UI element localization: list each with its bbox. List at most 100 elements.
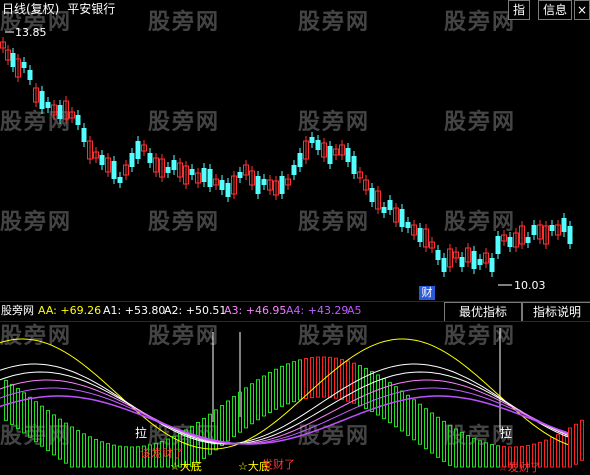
histogram-bar [232,396,236,438]
histogram-bar [16,388,20,430]
candle-body-down [147,153,153,163]
histogram-bar [40,405,44,447]
histogram-bar [292,361,296,403]
candle-body-down [201,168,207,182]
candle-body-down [561,218,567,232]
histogram-bar [52,414,56,456]
high-price-label: 13.85 [15,26,47,39]
indicator-name: 股旁网 [1,304,34,317]
signal-text-5: ☆发财了 [498,461,541,474]
histogram-bar [568,427,572,468]
finance-badge[interactable]: 财 [419,286,435,300]
candle-body-down [225,183,231,197]
histogram-bar [562,431,566,468]
histogram-bar [466,435,470,468]
candle-body-down [99,155,105,165]
histogram-bar [574,423,578,465]
candle-body-down [351,156,357,174]
candle-body-down [477,259,483,265]
histogram-bar [256,379,260,421]
histogram-bar [328,356,332,398]
histogram-bar [316,356,320,398]
histogram-bar [28,396,32,438]
candle-body-down [21,62,27,68]
candle-body-down [471,251,477,269]
histogram-bar [124,446,128,468]
histogram-bar [382,378,386,420]
indicator-a2: A2: +50.51 [164,304,227,317]
candle-body-down [111,161,117,179]
histogram-bar [430,412,434,454]
histogram-bar [100,441,104,468]
candle-body-down [10,53,16,67]
histogram-bar [280,365,284,407]
candle-body-down [171,160,177,170]
candle-body-down [531,225,537,235]
candle-body-down [387,200,393,210]
histogram-bar [130,446,134,468]
candle-body-down [189,169,195,175]
histogram-bar [460,431,464,468]
histogram-bar [436,416,440,458]
indicator-a5: A5 [347,304,362,317]
histogram-bar [220,404,224,446]
histogram-bar [418,403,422,445]
candle-body-down [135,141,141,159]
histogram-bar [34,401,38,443]
candle-body-down [369,188,375,202]
indicator-explain-button[interactable]: 指标说明 [522,302,590,322]
histogram-bar [478,440,482,468]
histogram-bar [76,430,80,468]
best-indicator-button[interactable]: 最优指标 [444,302,522,322]
candle-body-down [207,169,213,187]
histogram-bar [406,394,410,436]
histogram-bar [472,437,476,468]
histogram-bar [10,383,14,425]
histogram-bar [88,436,92,468]
indicator-a3: A3: +46.95 [224,304,287,317]
candle-body-down [291,165,297,175]
histogram-bar [64,422,68,464]
candle-body-down [75,115,81,125]
candle-body-down [27,70,33,80]
indicator-a4: A4: +43.29 [286,304,349,317]
signal-text-4: 发财了 [262,458,295,471]
histogram-bar [580,419,584,461]
candle-body-down [297,153,303,167]
histogram-bar [82,433,86,468]
histogram-bar [274,368,278,410]
signal-text-2: ☆大底 [170,460,202,473]
histogram-bar [310,357,314,399]
candle-body-down [345,148,351,162]
candlestick-chart[interactable] [0,0,590,300]
histogram-bar [298,359,302,401]
candle-body-down [405,222,411,228]
histogram-bar [424,408,428,450]
histogram-bar [304,358,308,400]
histogram-bar [322,356,326,398]
candle-body-down [39,91,45,109]
candle-body-down [279,176,285,194]
histogram-bar [544,439,548,468]
histogram-bar [262,375,266,417]
histogram-bar [58,418,62,460]
histogram-bar [550,437,554,468]
histogram-bar [70,426,74,468]
histogram-bar [94,438,98,468]
candle-body-down [525,237,531,243]
signal-la-1: 拉 [135,426,148,440]
indicator-chart[interactable] [0,322,590,475]
histogram-bar [484,442,488,468]
candle-body-down [129,153,135,167]
candle-body-down [399,209,405,227]
candle-body-down [495,236,501,254]
histogram-bar [244,387,248,429]
histogram-bar [106,443,110,468]
histogram-bar [112,444,116,468]
histogram-bar [412,399,416,441]
candle-body-down [327,146,333,164]
candle-body-down [549,225,555,231]
histogram-bar [490,444,494,468]
histogram-bar [286,363,290,405]
histogram-bar [442,420,446,462]
